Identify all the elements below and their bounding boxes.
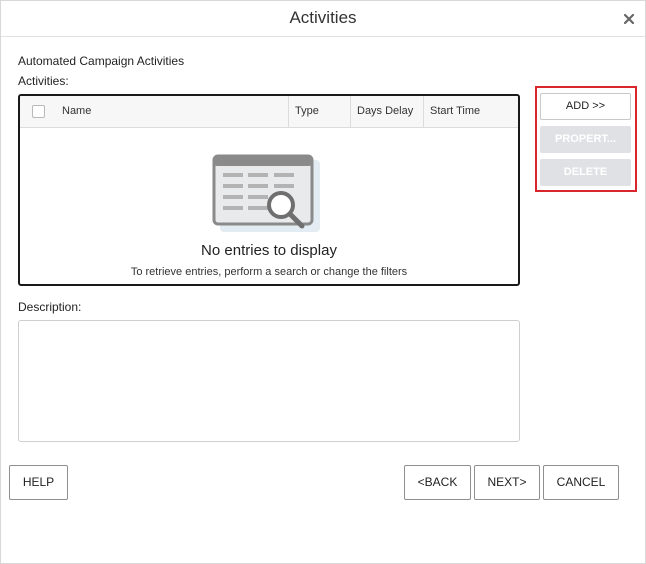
section-heading: Automated Campaign Activities: [18, 54, 185, 68]
empty-list-icon: [212, 154, 320, 232]
grid-header: Name Type Days Delay Start Time: [20, 96, 518, 128]
delete-button[interactable]: DELETE: [540, 159, 631, 186]
column-header-start-time[interactable]: Start Time: [423, 96, 518, 128]
close-icon[interactable]: [621, 11, 637, 27]
empty-state-title: No entries to display: [201, 242, 337, 259]
add-button[interactable]: ADD >>: [540, 93, 631, 120]
activities-dialog: Activities Automated Campaign Activities…: [0, 0, 646, 564]
empty-state-subtitle: To retrieve entries, perform a search or…: [130, 266, 408, 278]
dialog-title: Activities: [289, 8, 357, 27]
column-header-days-delay[interactable]: Days Delay: [350, 96, 423, 128]
dialog-titlebar: Activities: [1, 1, 645, 37]
column-header-name[interactable]: Name: [56, 96, 288, 128]
properties-button[interactable]: PROPERT...: [540, 126, 631, 153]
description-textarea[interactable]: [18, 320, 520, 442]
next-button[interactable]: NEXT>: [474, 465, 540, 500]
description-label: Description:: [18, 300, 82, 314]
cancel-button[interactable]: CANCEL: [543, 465, 619, 500]
column-header-type[interactable]: Type: [288, 96, 350, 128]
activities-grid: Name Type Days Delay Start Time No entri…: [18, 94, 520, 286]
help-button[interactable]: HELP: [9, 465, 68, 500]
activities-label: Activities:: [18, 74, 69, 88]
back-button[interactable]: <BACK: [404, 465, 471, 500]
select-all-checkbox[interactable]: [32, 105, 45, 118]
